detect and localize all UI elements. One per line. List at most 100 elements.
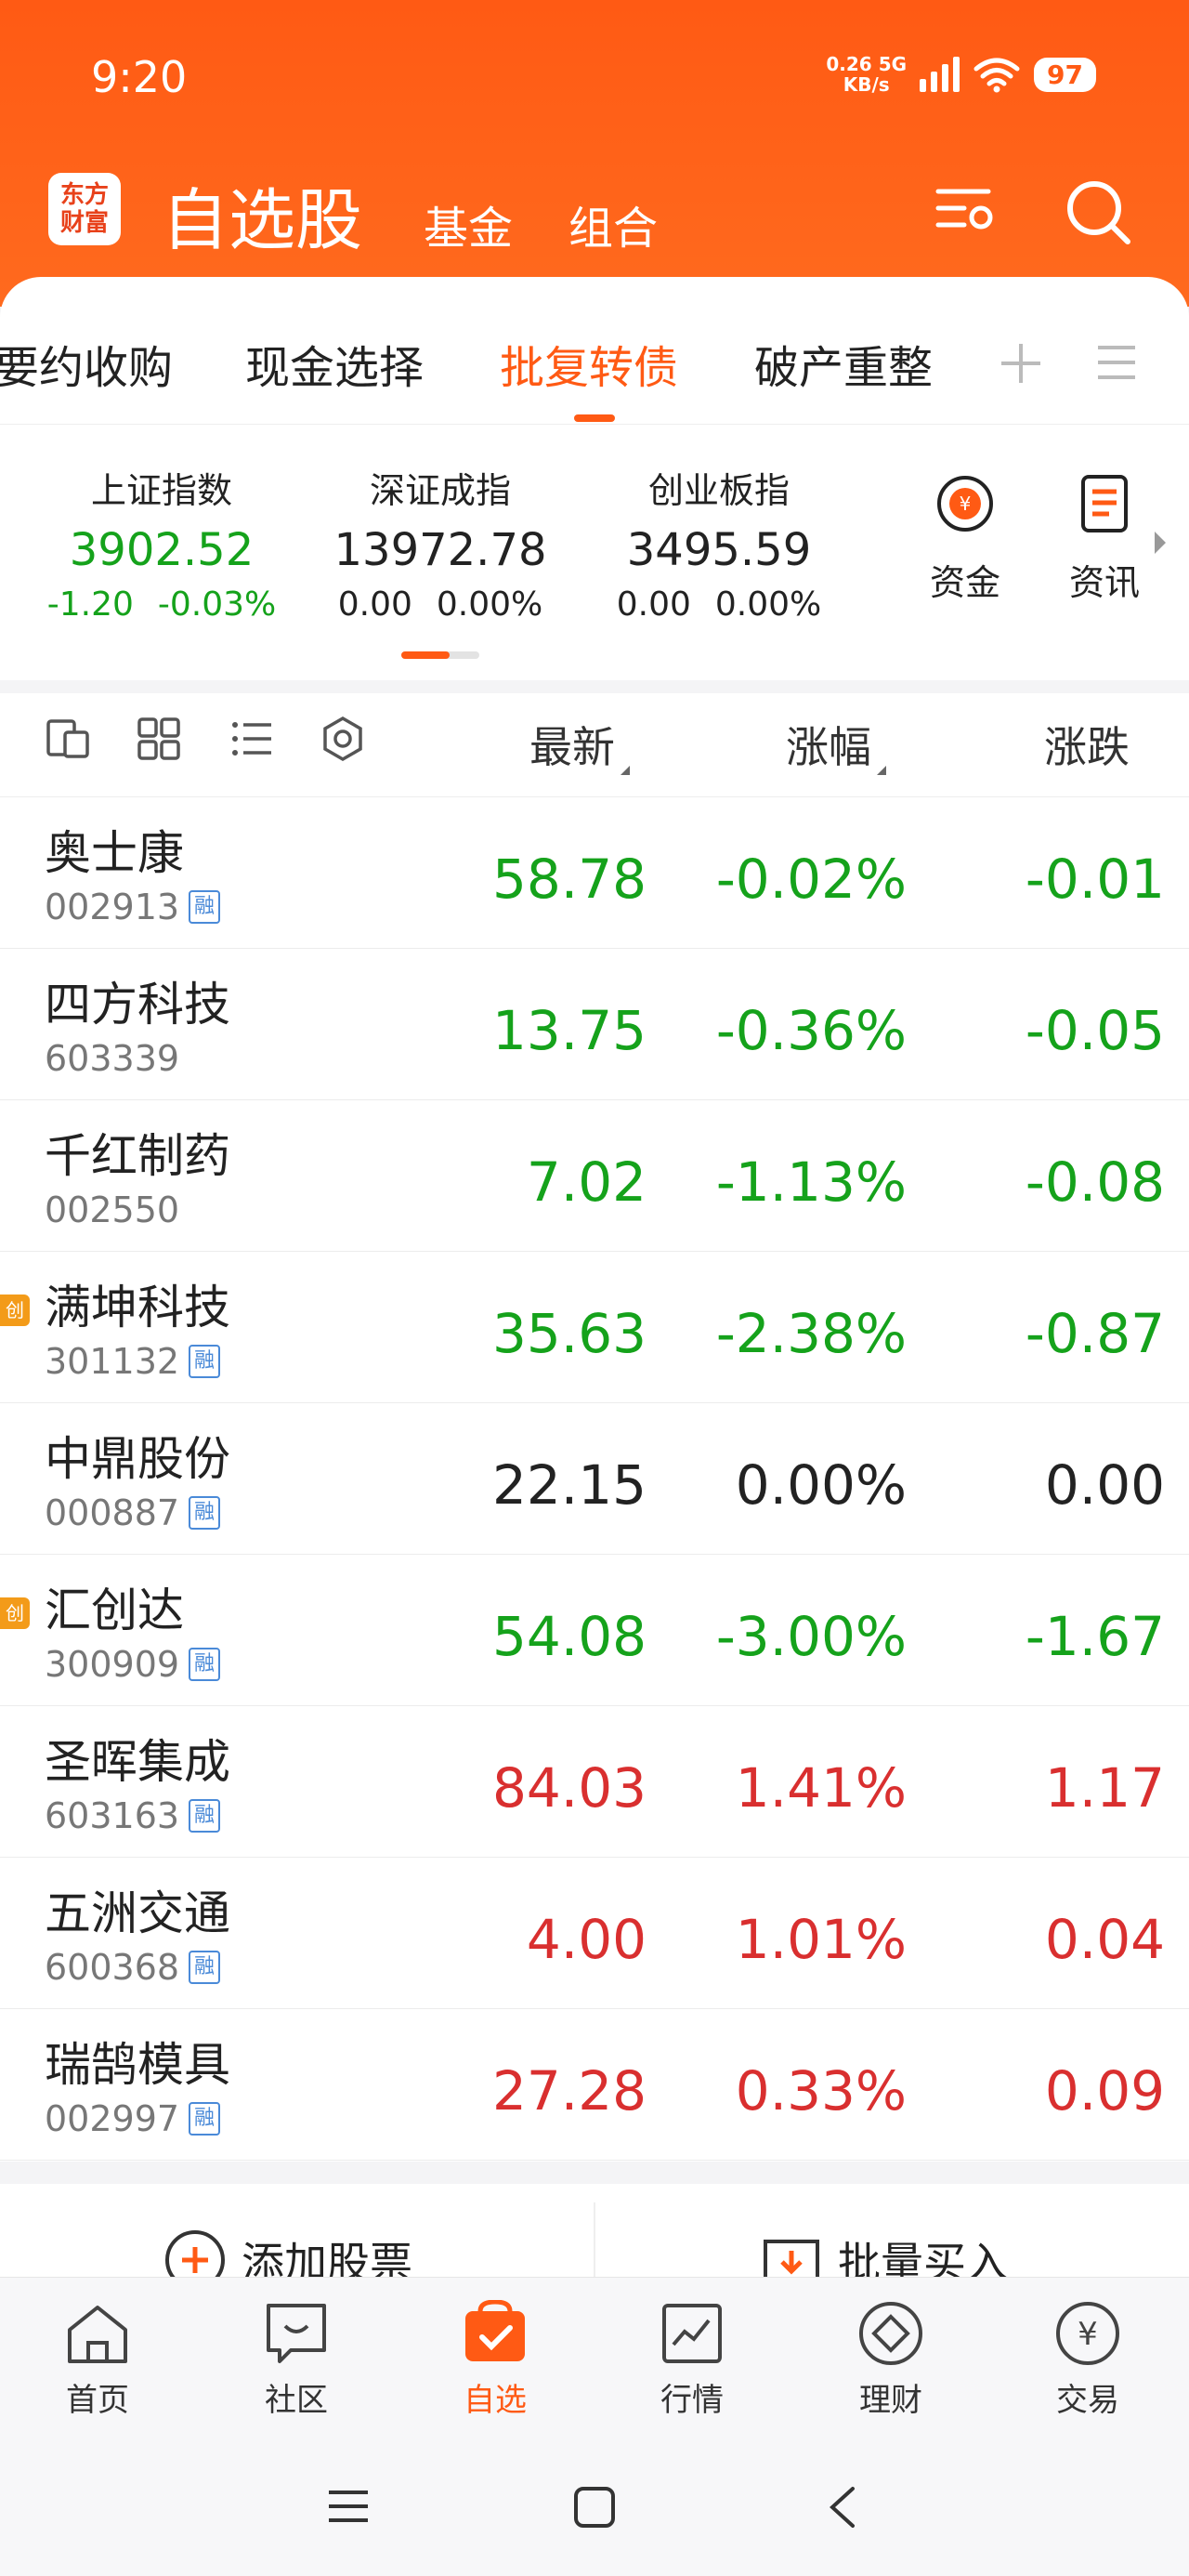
index-chinext[interactable]: 创业板指 3495.59 0.00 0.00%: [598, 462, 840, 624]
recent-apps-icon[interactable]: [327, 2485, 370, 2528]
wealth-icon: [859, 2302, 922, 2365]
col-header-pct[interactable]: 涨幅: [786, 714, 886, 775]
action-divider: [594, 2202, 595, 2286]
page-title[interactable]: 自选股: [162, 165, 362, 263]
stock-latest-price: 13.75: [491, 999, 647, 1062]
system-nav-bar: [0, 2444, 1189, 2576]
nav-watchlist[interactable]: 自选: [425, 2300, 565, 2420]
margin-badge: 融: [189, 1496, 221, 1530]
settings-list-icon[interactable]: [933, 177, 1000, 243]
stock-name: 中鼎股份: [45, 1432, 230, 1486]
nav-trade[interactable]: ¥ 交易: [1018, 2300, 1157, 2420]
tab-portfolio[interactable]: 组合: [568, 191, 658, 256]
chevron-right-icon[interactable]: [1152, 529, 1169, 557]
battery-badge: 97: [1034, 57, 1096, 92]
stock-code: 000887 融: [45, 1492, 221, 1533]
grid-view-icon[interactable]: [136, 716, 182, 762]
tab-fund[interactable]: 基金: [424, 191, 513, 256]
stock-latest-price: 54.08: [491, 1605, 647, 1668]
stock-change-pct: 1.41%: [735, 1756, 907, 1820]
stock-change-pct: -1.13%: [715, 1150, 907, 1214]
stock-change-pct: 1.01%: [735, 1908, 907, 1971]
tab-tender-offer[interactable]: 要约收购: [0, 331, 173, 396]
stock-latest-price: 58.78: [491, 848, 647, 911]
status-indicators: 0.26 5G KB/s 97: [826, 54, 1096, 95]
stock-change-amount: -0.87: [1025, 1302, 1165, 1365]
margin-badge: 融: [189, 1345, 221, 1378]
net-speed: 0.26 5G KB/s: [826, 53, 908, 96]
stock-change-pct: -3.00%: [715, 1605, 907, 1668]
stock-code: 603339: [45, 1038, 180, 1079]
tab-bankruptcy-reorg[interactable]: 破产重整: [754, 331, 933, 396]
back-icon[interactable]: [825, 2485, 858, 2530]
index-shanghai[interactable]: 上证指数 3902.52 -1.20 -0.03%: [41, 462, 282, 624]
app-logo[interactable]: 东方 财富: [48, 173, 121, 245]
stock-row[interactable]: 创汇创达 300909 融 54.08 -3.00% -1.67: [0, 1555, 1189, 1706]
nav-community[interactable]: 社区: [227, 2300, 366, 2420]
col-header-latest[interactable]: 最新: [529, 714, 630, 775]
watchlist-icon: [465, 2300, 525, 2361]
stock-row[interactable]: 创满坤科技 301132 融 35.63 -2.38% -0.87: [0, 1252, 1189, 1403]
tab-approved-convertible[interactable]: 批复转债: [500, 331, 678, 396]
add-group-icon[interactable]: [998, 340, 1044, 387]
sort-indicator-icon: [621, 766, 630, 775]
nav-wealth[interactable]: 理财: [821, 2300, 960, 2420]
stock-change-pct: -0.36%: [715, 999, 907, 1062]
stock-row[interactable]: 四方科技 603339 13.75 -0.36% -0.05: [0, 949, 1189, 1100]
stock-row[interactable]: 瑞鹄模具 002997 融 27.28 0.33% 0.09: [0, 2009, 1189, 2161]
list-view-icon[interactable]: [229, 716, 275, 762]
stock-latest-price: 4.00: [526, 1908, 647, 1971]
stock-row[interactable]: 中鼎股份 000887 融 22.15 0.00% 0.00: [0, 1403, 1189, 1555]
stock-name: 汇创达: [45, 1584, 184, 1637]
index-shenzhen[interactable]: 深证成指 13972.78 0.00 0.00%: [320, 462, 561, 624]
margin-badge: 融: [189, 1799, 221, 1833]
stock-name: 千红制药: [45, 1129, 230, 1183]
svg-text:¥: ¥: [960, 493, 972, 515]
compare-view-icon[interactable]: [45, 716, 91, 762]
section-divider: [0, 2162, 1189, 2184]
tab-fade: [929, 316, 1189, 400]
index-pager: [401, 651, 479, 659]
menu-icon[interactable]: [1096, 342, 1137, 383]
search-icon[interactable]: [1063, 177, 1133, 247]
news-icon: [1081, 475, 1128, 532]
stock-row[interactable]: 圣晖集成 603163 融 84.03 1.41% 1.17: [0, 1706, 1189, 1858]
stock-latest-price: 84.03: [491, 1756, 647, 1820]
quick-link-news[interactable]: 资讯: [1053, 471, 1156, 605]
settings-icon[interactable]: [320, 716, 366, 762]
stock-change-amount: 0.00: [1044, 1453, 1165, 1517]
quick-link-fund-flow[interactable]: ¥ 资金: [914, 471, 1016, 605]
stock-code: 002913 融: [45, 887, 221, 927]
section-divider: [0, 680, 1189, 693]
margin-badge: 融: [189, 890, 221, 924]
nav-home[interactable]: 首页: [28, 2300, 167, 2420]
stock-code: 002997 融: [45, 2098, 221, 2139]
col-header-change[interactable]: 涨跌: [1044, 714, 1130, 775]
stock-row[interactable]: 奥士康 002913 融 58.78 -0.02% -0.01: [0, 797, 1189, 949]
tab-cash-option[interactable]: 现金选择: [245, 331, 424, 396]
stock-change-pct: 0.33%: [735, 2059, 907, 2123]
sort-indicator-icon: [877, 766, 886, 775]
stock-row[interactable]: 五洲交通 600368 融 4.00 1.01% 0.04: [0, 1858, 1189, 2009]
chinext-badge: 创: [0, 1295, 30, 1326]
stock-name: 四方科技: [45, 978, 230, 1032]
stock-row[interactable]: 千红制药 002550 7.02 -1.13% -0.08: [0, 1100, 1189, 1252]
margin-badge: 融: [189, 2102, 221, 2136]
nav-market[interactable]: 行情: [622, 2300, 762, 2420]
home-button-icon[interactable]: [572, 2485, 617, 2530]
trade-yuan-icon: ¥: [1056, 2302, 1119, 2365]
margin-badge: 融: [189, 1951, 221, 1984]
stock-change-amount: 1.17: [1044, 1756, 1165, 1820]
stock-latest-price: 35.63: [491, 1302, 647, 1365]
stock-change-amount: 0.09: [1044, 2059, 1165, 2123]
stock-name: 五洲交通: [45, 1886, 230, 1940]
wifi-icon: [973, 58, 1020, 93]
stock-change-pct: -2.38%: [715, 1302, 907, 1365]
stock-code: 002550: [45, 1189, 180, 1230]
stock-code: 603163 融: [45, 1795, 221, 1836]
active-tab-indicator: [574, 414, 615, 422]
chinext-badge: 创: [0, 1597, 30, 1629]
stock-latest-price: 22.15: [491, 1453, 647, 1517]
fund-flow-icon: ¥: [937, 476, 993, 532]
stock-list: 奥士康 002913 融 58.78 -0.02% -0.01 四方科技 603339 13.7…: [0, 797, 1189, 2161]
